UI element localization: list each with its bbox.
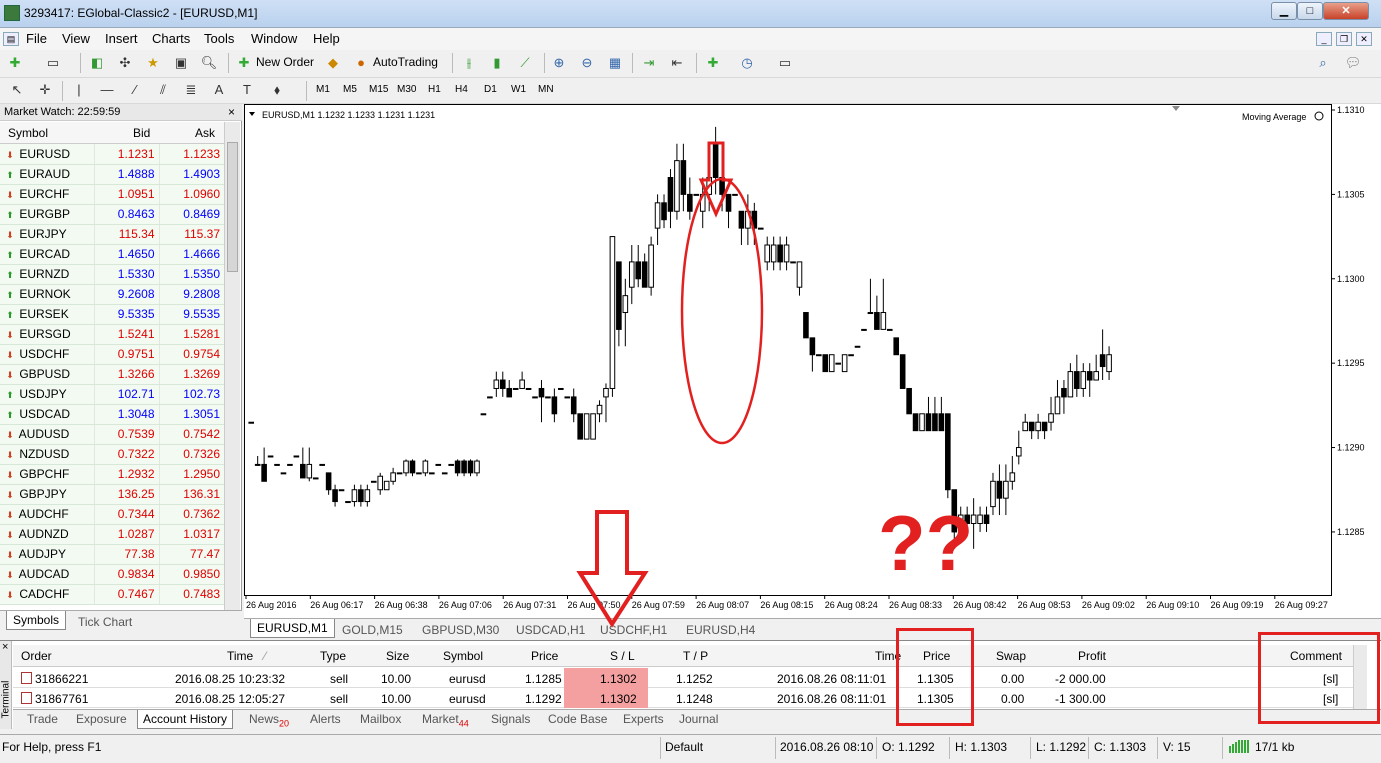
annotation-arrow-large	[576, 510, 649, 628]
annotation-question: ??	[878, 499, 974, 587]
annotation-arrow-small	[698, 141, 734, 218]
annotation-box-comment	[1258, 632, 1380, 724]
annotation-ellipse	[680, 177, 764, 445]
annotation-layer	[576, 141, 764, 628]
mt4-window: { "window": {"title": "3293417: EGlobal-…	[0, 0, 1381, 763]
annotation-box-price	[896, 628, 974, 726]
